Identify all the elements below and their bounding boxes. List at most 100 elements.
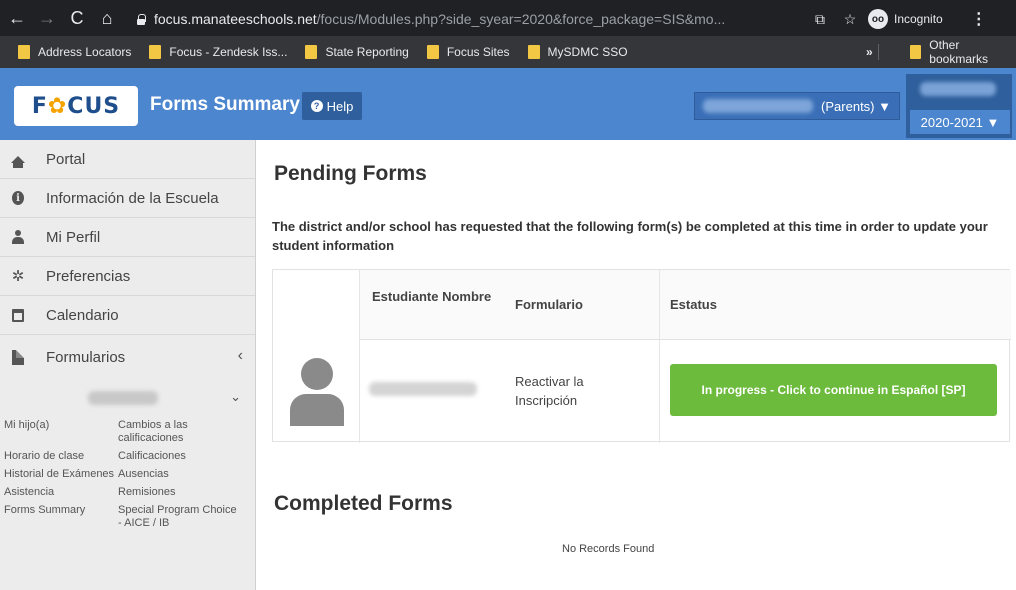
chevron-left-icon: ‹ — [237, 347, 243, 364]
more-bookmarks-icon[interactable]: » — [866, 45, 873, 59]
student-avatar — [290, 358, 344, 426]
logo-text: F — [31, 93, 48, 119]
reload-icon[interactable]: C — [64, 5, 90, 31]
sublink-row: Horario de clase Calificaciones — [4, 450, 255, 463]
pending-forms-heading: Pending Forms — [274, 162, 427, 185]
sublink-absences[interactable]: Ausencias — [118, 468, 238, 481]
bookmark-label: Focus Sites — [446, 45, 510, 59]
sublink-row: Forms Summary Special Program Choice - A… — [4, 504, 255, 530]
sublink-forms-summary[interactable]: Forms Summary — [4, 504, 118, 530]
owl-icon: ✿ — [47, 93, 68, 119]
page-title: Forms Summary — [150, 94, 300, 115]
back-icon[interactable]: ← — [4, 5, 30, 31]
incognito-icon[interactable]: oo — [868, 9, 888, 29]
bookmark-label: Focus - Zendesk Iss... — [169, 45, 288, 59]
translate-icon[interactable]: ⧉ — [808, 11, 832, 28]
folder-icon — [18, 45, 30, 59]
sidebar-item-profile[interactable]: Mi Perfil — [0, 218, 255, 257]
user-icon — [12, 230, 24, 244]
pending-forms-intro: The district and/or school has requested… — [272, 219, 988, 253]
logo-text: CUS — [67, 93, 121, 119]
header-student-name: Estudiante Nombre — [372, 289, 492, 304]
info-icon: i — [12, 191, 24, 205]
main-content: Pending Forms The district and/or school… — [272, 140, 1016, 590]
continue-form-button[interactable]: In progress - Click to continue in Españ… — [670, 364, 997, 416]
sidebar-item-label: Preferencias — [46, 267, 131, 285]
url-path: /focus/Modules.php?side_syear=2020&force… — [316, 11, 726, 27]
bookmark-item[interactable]: Focus - Zendesk Iss... — [149, 45, 287, 59]
file-icon — [12, 349, 24, 365]
browser-toolbar: ← → C ⌂ focus.manateeschools.net/focus/M… — [0, 0, 1016, 36]
sidebar-item-portal[interactable]: Portal — [0, 140, 255, 179]
sidebar-item-label: Calendario — [46, 306, 119, 324]
sublink-row: Historial de Exámenes Ausencias — [4, 468, 255, 481]
sublink-special-program[interactable]: Special Program Choice - AICE / IB — [118, 504, 238, 530]
sidebar-item-forms[interactable]: Formularios ‹ — [0, 335, 255, 379]
column-divider — [659, 270, 660, 443]
no-records-message: No Records Found — [562, 543, 655, 555]
browser-actions: ⧉ ☆ oo Incognito ⋮ — [808, 6, 987, 32]
sidebar-item-school-info[interactable]: i Información de la Escuela — [0, 179, 255, 218]
pending-forms-table: Estudiante Nombre Formulario Estatus Rea… — [272, 269, 1011, 443]
address-bar[interactable]: focus.manateeschools.net/focus/Modules.p… — [136, 6, 831, 32]
bookmark-item[interactable]: Address Locators — [18, 45, 131, 59]
home-browser-icon[interactable]: ⌂ — [94, 5, 120, 31]
sublink-attendance[interactable]: Asistencia — [4, 486, 118, 499]
sublink-grade-changes[interactable]: Cambios a las calificaciones — [118, 419, 238, 445]
bookmark-star-icon[interactable]: ☆ — [838, 11, 862, 28]
parent-selector-label: (Parents) ▼ — [821, 98, 891, 114]
column-divider — [359, 270, 360, 443]
forward-icon[interactable]: → — [34, 5, 60, 31]
folder-icon — [910, 45, 922, 59]
home-icon — [11, 153, 25, 168]
incognito-label: Incognito — [894, 12, 943, 26]
sublink-row: Asistencia Remisiones — [4, 486, 255, 499]
parent-selector[interactable]: (Parents) ▼ — [694, 92, 900, 120]
bookmarks-bar: Address Locators Focus - Zendesk Iss... … — [0, 36, 1016, 68]
help-button[interactable]: ? Help — [302, 92, 362, 120]
chevron-down-icon: ⌄ — [230, 389, 241, 404]
bookmark-item[interactable]: Focus Sites — [426, 45, 510, 59]
app-header: F ✿ CUS Forms Summary ? Help (Parents) ▼ 2… — [0, 68, 1016, 140]
student-selector[interactable]: ⌄ — [0, 379, 255, 419]
bookmark-item[interactable]: MySDMC SSO — [527, 45, 628, 59]
sublink-row: Mi hijo(a) Cambios a las calificaciones — [4, 419, 255, 445]
redacted-student-name — [88, 391, 158, 405]
bookmark-label: Other bookmarks — [929, 38, 988, 66]
sidebar-item-label: Formularios — [46, 348, 126, 366]
header-form: Formulario — [515, 297, 583, 312]
focus-logo[interactable]: F ✿ CUS — [14, 86, 138, 126]
lock-icon — [136, 13, 146, 25]
bookmark-label: State Reporting — [325, 45, 409, 59]
redacted-parent-name — [703, 99, 813, 113]
sidebar-item-label: Mi Perfil — [46, 228, 101, 246]
browser-menu-icon[interactable]: ⋮ — [971, 9, 987, 29]
bookmark-item[interactable]: State Reporting — [305, 45, 409, 59]
folder-icon — [426, 45, 439, 59]
sidebar-item-label: Información de la Escuela — [46, 189, 219, 207]
sublink-grades[interactable]: Calificaciones — [118, 450, 238, 463]
calendar-icon — [12, 308, 24, 322]
help-icon: ? — [310, 100, 323, 112]
school-year-selector[interactable]: 2020-2021 ▼ — [910, 110, 1010, 134]
user-year-box: 2020-2021 ▼ — [906, 74, 1012, 138]
gear-icon: ✲ — [11, 268, 25, 285]
table-header-row: Estudiante Nombre Formulario Estatus — [360, 270, 1011, 340]
folder-icon — [527, 45, 540, 59]
sublink-referrals[interactable]: Remisiones — [118, 486, 238, 499]
form-name-cell: Reactivar la Inscripción — [515, 374, 584, 408]
folder-icon — [305, 45, 318, 59]
sublink-mi-hijo[interactable]: Mi hijo(a) — [4, 419, 118, 445]
folder-icon — [149, 45, 162, 59]
sublink-exam-history[interactable]: Historial de Exámenes — [4, 468, 118, 481]
sidebar-item-label: Portal — [46, 150, 86, 168]
sidebar-item-calendar[interactable]: Calendario — [0, 296, 255, 335]
bookmark-label: MySDMC SSO — [547, 45, 628, 59]
header-status: Estatus — [670, 297, 717, 312]
sublink-class-schedule[interactable]: Horario de clase — [4, 450, 118, 463]
help-label: Help — [326, 98, 354, 114]
sidebar-item-preferences[interactable]: ✲ Preferencias — [0, 257, 255, 296]
sidebar-sublinks: Mi hijo(a) Cambios a las calificaciones … — [0, 419, 255, 530]
bookmark-label: Address Locators — [38, 45, 132, 59]
other-bookmarks[interactable]: Other bookmarks — [910, 36, 1016, 68]
